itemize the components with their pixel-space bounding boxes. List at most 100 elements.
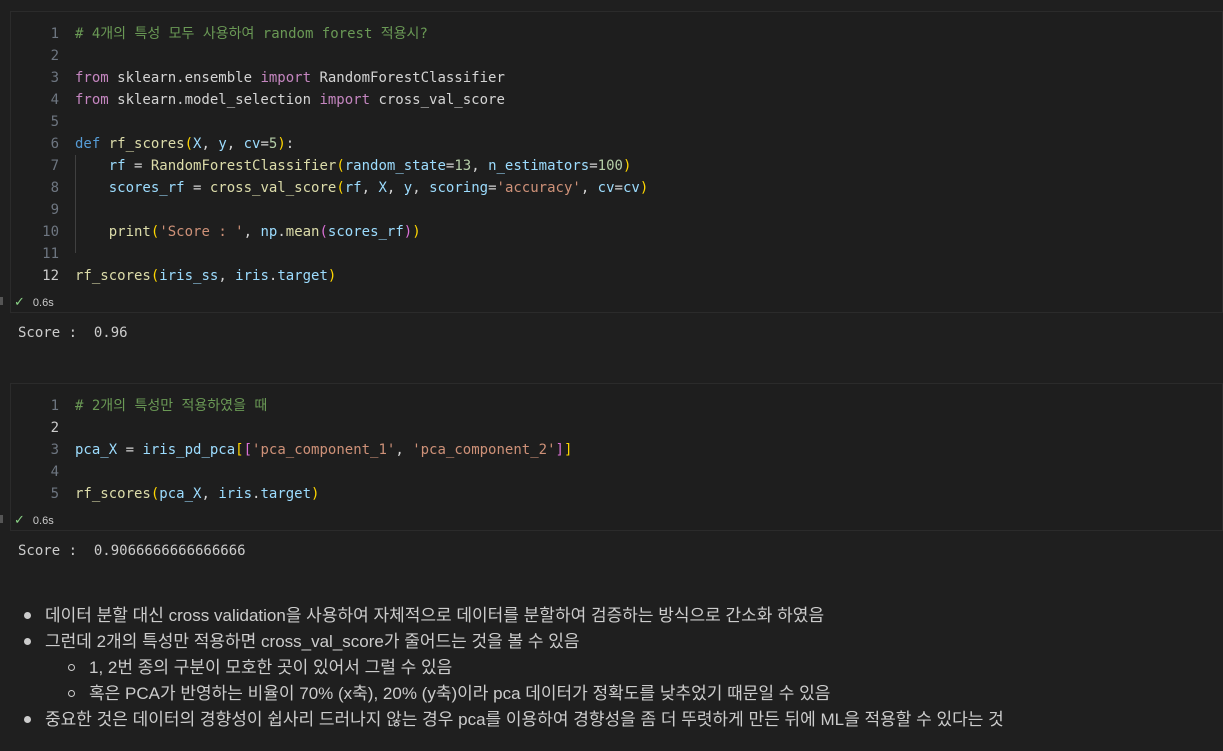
line-number: 5 [50, 114, 59, 130]
code-token-plain: = [488, 180, 497, 196]
code-token-var: n_estimators [488, 158, 590, 174]
list-item: 그런데 2개의 특성만 적용하면 cross_val_score가 줄어드는 것… [24, 629, 580, 655]
code-token-str: 'accuracy' [496, 180, 581, 196]
code-token-plain: , [243, 224, 261, 240]
code-text: rf = RandomForestClassifier(random_state… [75, 155, 632, 177]
code-token-plain: , [412, 180, 430, 196]
code-token-brk1: ) [622, 158, 632, 174]
code-token-plain: = [614, 180, 623, 196]
code-token-comment: # 2개의 특성만 적용하였을 때 [75, 398, 268, 414]
code-token-fn: mean [285, 224, 320, 240]
code-token-plain: , [361, 180, 379, 196]
code-text: from sklearn.ensemble import RandomFores… [75, 67, 505, 89]
code-text: # 2개의 특성만 적용하였을 때 [75, 395, 267, 417]
cell-2-edge-mark [0, 515, 3, 523]
code-text: rf_scores(pca_X, iris.target) [75, 483, 319, 505]
line-number: 12 [42, 268, 59, 284]
code-token-plain: sklearn.ensemble [108, 70, 261, 86]
line-number: 5 [50, 486, 59, 502]
code-token-fn: cross_val_score [209, 180, 337, 196]
list-item: 1, 2번 종의 구분이 모호한 곳이 있어서 그럴 수 있음 [68, 655, 452, 681]
code-token-var: target [277, 268, 328, 284]
code-token-var: iris_ss [159, 268, 219, 284]
code-token-var: y [218, 136, 227, 152]
code-token-brk1: ] [563, 442, 573, 458]
code-token-brk1: ) [327, 268, 337, 284]
code-token-brk1: ( [184, 136, 194, 152]
code-token-fn: rf_scores [75, 486, 151, 502]
cell-1-edge-mark [0, 297, 3, 305]
code-token-var: cv [597, 180, 615, 196]
code-token-plain: , [395, 442, 413, 458]
list-item: 혹은 PCA가 반영하는 비율이 70% (x축), 20% (y축)이라 pc… [68, 681, 830, 707]
code-token-brk1: ) [277, 136, 286, 152]
code-token-var: X [378, 180, 387, 196]
code-token-var: cv [243, 136, 261, 152]
code-cell-2[interactable]: 1 # 2개의 특성만 적용하였을 때 2 3 pca_X = iris_pd_pca[… [10, 383, 1223, 531]
code-token-brk1: [ [235, 442, 244, 458]
cell-output-1: Score : 0.96 [18, 325, 128, 341]
code-token-plain: , [580, 180, 598, 196]
code-token-fn: rf_scores [108, 136, 185, 152]
line-number: 9 [50, 202, 59, 218]
code-text: pca_X = iris_pd_pca[['pca_component_1', … [75, 439, 572, 461]
line-number: 3 [50, 70, 59, 86]
line-number: 6 [50, 136, 59, 152]
code-token-brk2: ] [555, 442, 564, 458]
code-token-plain: , [386, 180, 404, 196]
code-token-plain: = [260, 136, 269, 152]
line-number: 1 [50, 26, 59, 42]
execution-status-2: ✓ 0.6s [14, 512, 54, 528]
code-token-plain: cross_val_score [370, 92, 505, 108]
line-number: 8 [50, 180, 59, 196]
code-token-kw: import [319, 92, 371, 108]
execution-time-2: 0.6s [32, 515, 54, 527]
code-token-str: 'pca_component_2' [412, 442, 556, 458]
code-token-brk2: ) [403, 224, 413, 240]
code-token-brk1: ) [639, 180, 649, 196]
hollow-circle-icon [68, 663, 75, 671]
code-token-brk1: ) [311, 486, 320, 502]
line-number: 1 [50, 398, 59, 414]
check-icon: ✓ [14, 512, 25, 527]
cell-output-2: Score : 0.9066666666666666 [18, 543, 246, 559]
code-token-var: scores_rf [327, 224, 404, 240]
code-token-var: rf [108, 158, 126, 174]
code-token-plain: = [589, 158, 598, 174]
filled-dot-icon [24, 637, 31, 645]
code-token-kw: import [260, 70, 312, 86]
code-token-plain: = [125, 158, 151, 174]
code-token-plain: , [201, 136, 219, 152]
line-number: 2 [50, 420, 59, 436]
code-token-plain: , [226, 136, 244, 152]
code-token-fn: print [108, 224, 151, 240]
code-token-plain: , [218, 268, 236, 284]
code-token-var: y [403, 180, 413, 196]
code-text: def rf_scores(X, y, cv=5): [75, 133, 294, 155]
code-token-plain: = [117, 442, 143, 458]
code-token-plain: . [277, 224, 286, 240]
line-number: 10 [42, 224, 59, 240]
line-number: 2 [50, 48, 59, 64]
execution-time-1: 0.6s [32, 297, 54, 309]
code-text: scores_rf = cross_val_score(rf, X, y, sc… [75, 177, 649, 199]
hollow-circle-icon [68, 689, 75, 697]
code-token-comment: # 4개의 특성 모두 사용하여 random forest 적용시? [75, 26, 428, 42]
code-token-kw: from [75, 70, 109, 86]
code-token-brk1: ) [412, 224, 421, 240]
code-token-var: rf [344, 180, 362, 196]
code-text: print('Score : ', np.mean(scores_rf)) [75, 221, 421, 243]
code-token-num: 100 [597, 158, 623, 174]
code-token-str: 'pca_component_1' [252, 442, 396, 458]
code-token-var: target [260, 486, 312, 502]
code-token-fn: RandomForestClassifier [150, 158, 337, 174]
code-token-var: scores_rf [108, 180, 185, 196]
code-cell-1[interactable]: 1 # 4개의 특성 모두 사용하여 random forest 적용시? 2 3 fr… [10, 11, 1223, 313]
code-token-var: iris_pd_pca [142, 442, 236, 458]
code-token-fn: rf_scores [75, 268, 151, 284]
code-text: from sklearn.model_selection import cros… [75, 89, 505, 111]
